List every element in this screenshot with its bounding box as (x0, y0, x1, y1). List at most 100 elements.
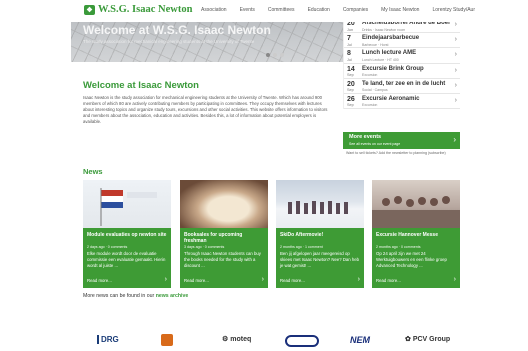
news-meta: 2 months ago · 0 comments (376, 245, 421, 249)
event-month: Jul (347, 57, 352, 62)
news-meta: 3 days ago · 0 comments (184, 245, 225, 249)
sponsor-pcv-label: PCV Group (412, 336, 451, 343)
chevron-right-icon: › (454, 81, 457, 89)
news-image (372, 180, 460, 228)
chevron-right-icon: › (453, 135, 456, 144)
news-image (180, 180, 268, 228)
sponsor-logo-pcv[interactable]: ✿ PCV Group (405, 335, 450, 343)
events-list: 20 Jun Afscheidsborrel André de Boer Dri… (343, 18, 460, 110)
event-meta: Barbecue · Horst (362, 42, 389, 47)
sponsor-logo-ns[interactable] (285, 335, 319, 347)
moteq-icon: ⚙ (222, 336, 231, 343)
event-meta: Lunch Lecture · HT 400 (362, 57, 399, 62)
event-day: 8 (347, 50, 351, 58)
chevron-right-icon[interactable]: › (262, 276, 264, 283)
hero-subtitle: The study association for mechanical eng… (83, 39, 255, 44)
event-day: 26 (347, 95, 355, 103)
chevron-right-icon: › (454, 21, 457, 28)
more-events-title: More events (349, 134, 382, 140)
nav-item-study-tour[interactable]: Lorentzy Study/Aur (432, 7, 475, 13)
event-title: Excursie Aeronamic (362, 95, 420, 102)
news-archive-line: More news can be found in our news archi… (83, 293, 188, 299)
more-events-button[interactable]: More events See all events on our event … (343, 132, 460, 149)
nav-item-association[interactable]: Association (201, 7, 227, 13)
nav-item-events[interactable]: Events (240, 7, 255, 13)
event-title: Eindejaarsbarbecue (362, 35, 420, 42)
event-title: Excursie Brink Group (362, 65, 424, 72)
chevron-right-icon: › (454, 51, 457, 59)
pcv-icon: ✿ (405, 336, 413, 343)
event-meta: Excursion (362, 103, 378, 108)
nav-item-committees[interactable]: Committees (268, 7, 295, 13)
flag-illustration (100, 188, 157, 226)
site-header: ❖ W.S.G. Isaac Newton Association Events… (0, 0, 528, 22)
chevron-right-icon: › (454, 96, 457, 104)
news-excerpt: Elke module wordt door de evaluatie comm… (87, 251, 166, 268)
sponsor-moteq-label: moteq (230, 336, 252, 343)
chevron-right-icon[interactable]: › (165, 276, 167, 283)
news-card[interactable]: SkiDo Aftermovie! 2 months ago · 1 comme… (276, 180, 364, 288)
hero-carousel-dots (266, 53, 284, 57)
news-archive-prefix: More news can be found in our (83, 293, 155, 299)
news-archive-link[interactable]: news archive (156, 293, 189, 299)
carousel-dot[interactable] (273, 53, 277, 57)
event-month: Sep (347, 88, 354, 93)
group-photo-illustration (288, 201, 348, 214)
event-title: Lunch lecture AME (362, 50, 417, 57)
sponsor-logo-drg[interactable]: DRG (97, 335, 119, 344)
news-title[interactable]: Excursie Hannover Messe (376, 232, 458, 238)
news-meta: 2 months ago · 1 comment (280, 245, 323, 249)
event-item[interactable]: 14 Sep Excursie Brink Group Excursion › (344, 64, 460, 79)
sponsor-logo-moteq[interactable]: ⚙ moteq (222, 335, 251, 343)
crowd-illustration (372, 196, 460, 228)
event-day: 14 (347, 65, 355, 73)
chevron-right-icon[interactable]: › (454, 276, 456, 283)
event-title: Te land, ter zee en in de lucht (362, 80, 446, 87)
event-month: Sep (347, 73, 354, 78)
sponsor-logo-nem[interactable]: NEM (350, 335, 370, 345)
nav-item-companies[interactable]: Companies (343, 7, 368, 13)
nav-item-my-isaac-newton[interactable]: My Isaac Newton (381, 7, 419, 13)
event-day: 20 (347, 80, 355, 88)
event-meta: Social · Campus (362, 88, 388, 93)
event-item[interactable]: 7 Jul Eindejaarsbarbecue Barbecue · Hors… (344, 33, 460, 49)
news-card[interactable]: Booksales for upcoming freshman 3 days a… (180, 180, 268, 288)
event-day: 7 (347, 35, 351, 43)
event-item[interactable]: 26 Sep Excursie Aeronamic Excursion › (344, 94, 460, 110)
event-month: Jul (347, 42, 352, 47)
events-note: Want to sell tickets? Add the newsletter… (346, 151, 446, 155)
event-item[interactable]: 20 Sep Te land, ter zee en in de lucht S… (344, 79, 460, 94)
more-events-subtitle: See all events on our event page (349, 141, 401, 146)
news-title[interactable]: Booksales for upcoming freshman (184, 232, 266, 244)
read-more-link[interactable]: Read more... (280, 278, 305, 283)
event-month: Sep (347, 103, 354, 108)
carousel-dot[interactable] (266, 53, 270, 57)
news-excerpt: Through Isaac Newton students can buy th… (184, 251, 261, 268)
chevron-right-icon: › (454, 66, 457, 74)
news-title[interactable]: SkiDo Aftermovie! (280, 232, 362, 238)
carousel-dot[interactable] (280, 53, 284, 57)
read-more-link[interactable]: Read more... (87, 278, 112, 283)
news-card[interactable]: Module evaluaties op newton site 2 days … (83, 180, 171, 288)
site-logo[interactable]: ❖ W.S.G. Isaac Newton (84, 4, 192, 15)
hero-title: Welcome at W.S.G. Isaac Newton (83, 23, 271, 37)
news-excerpt: Ben jij afgelopen jaar meegereisd op ski… (280, 251, 360, 268)
read-more-link[interactable]: Read more... (376, 278, 401, 283)
site-logo-text: W.S.G. Isaac Newton (98, 4, 193, 15)
read-more-link[interactable]: Read more... (184, 278, 209, 283)
chevron-right-icon[interactable]: › (358, 276, 360, 283)
welcome-text: Isaac Newton is the study association fo… (83, 95, 328, 125)
news-title[interactable]: Module evaluaties op newton site (87, 232, 169, 238)
news-excerpt: Op 24 april zijn we met 24 Werktuigbouwe… (376, 251, 447, 268)
event-month: Jun (347, 27, 354, 32)
chevron-right-icon: › (454, 36, 457, 44)
event-item[interactable]: 8 Jul Lunch lecture AME Lunch Lecture · … (344, 48, 460, 64)
sponsor-logo-orange[interactable] (161, 334, 173, 346)
nav-item-education[interactable]: Education (308, 7, 330, 13)
news-meta: 2 days ago · 0 comments (87, 245, 128, 249)
welcome-heading: Welcome at Isaac Newton (83, 80, 199, 91)
news-heading: News (83, 167, 103, 176)
event-meta: Drinks · Isaac Newton room (362, 27, 406, 32)
news-card[interactable]: Excursie Hannover Messe 2 months ago · 0… (372, 180, 460, 288)
main-nav: Association Events Committees Education … (201, 7, 488, 13)
